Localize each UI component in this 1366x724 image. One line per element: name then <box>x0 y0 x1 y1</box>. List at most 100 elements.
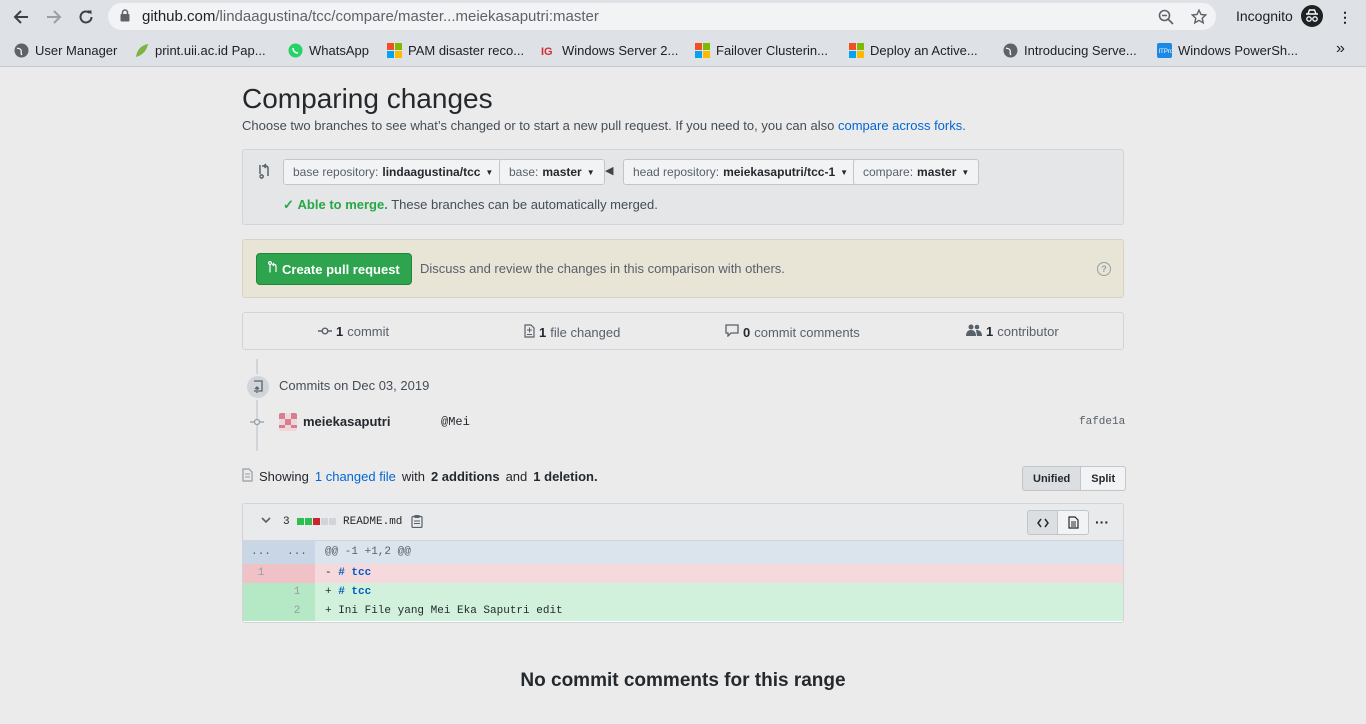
microsoft-icon <box>387 42 402 58</box>
old-line-number[interactable]: 1 <box>243 564 279 583</box>
forward-arrow-icon[interactable] <box>42 5 66 29</box>
caret-down-icon: ▼ <box>961 167 970 177</box>
select-value: master <box>917 165 957 179</box>
bookmark-item[interactable]: Deploy an Active... <box>849 41 978 59</box>
bookmark-label: WhatsApp <box>309 42 369 58</box>
stat-label: file changed <box>550 325 621 340</box>
question-icon[interactable]: ? <box>1097 262 1111 276</box>
hunk-header: @@ -1 +1,2 @@ <box>325 546 411 558</box>
diffstat-block <box>297 518 304 525</box>
bookmark-item[interactable]: Failover Clusterin... <box>695 41 828 59</box>
url-text: github.com/lindaagustina/tcc/compare/mas… <box>142 8 599 25</box>
merge-status-text: These branches can be automatically merg… <box>391 197 658 212</box>
people-icon <box>966 324 982 339</box>
svg-text:ITPro: ITPro <box>1159 49 1173 55</box>
star-icon[interactable] <box>1190 8 1208 26</box>
diffstat-block <box>313 518 320 525</box>
diffstat-blocks <box>297 518 336 525</box>
file-icon[interactable] <box>1058 510 1089 535</box>
pr-description: Discuss and review the changes in this c… <box>420 261 785 276</box>
bookmark-label: print.uii.ac.id Pap... <box>155 42 266 58</box>
commits-date-heading: Commits on Dec 03, 2019 <box>279 378 430 393</box>
commits-stat[interactable]: 1 commit <box>318 324 389 339</box>
new-line-number <box>279 564 315 583</box>
diff-sign: + <box>325 605 339 617</box>
expand-up-icon[interactable]: ... <box>243 541 279 564</box>
compare-arrows-icon[interactable] <box>257 163 271 182</box>
bookmark-item[interactable]: WhatsApp <box>288 41 369 59</box>
menu-dots-icon[interactable]: ⋮ <box>1335 6 1355 28</box>
diff-sign: + <box>325 586 339 598</box>
more-options-icon[interactable]: ··· <box>1095 514 1109 530</box>
browser-toolbar: github.com/lindaagustina/tcc/compare/mas… <box>0 0 1366 34</box>
page-subtitle: Choose two branches to see what’s change… <box>242 118 966 133</box>
caret-down-icon: ▼ <box>586 167 595 177</box>
compare-across-forks-link[interactable]: compare across forks. <box>838 118 966 133</box>
bookmark-item[interactable]: IG Windows Server 2... <box>541 41 678 59</box>
incognito-icon[interactable] <box>1301 5 1323 27</box>
old-line-number <box>243 583 279 602</box>
files-changed-stat[interactable]: 1 file changed <box>524 324 620 341</box>
bookmark-item[interactable]: print.uii.ac.id Pap... <box>134 41 266 59</box>
zoom-icon[interactable] <box>1157 8 1175 26</box>
split-view-button[interactable]: Split <box>1081 466 1127 491</box>
changed-files-link[interactable]: 1 changed file <box>315 469 396 484</box>
bookmarks-more-icon[interactable]: » <box>1336 40 1345 58</box>
base-branch-select[interactable]: base: master ▼ <box>499 159 605 185</box>
stat-count: 1 <box>986 324 994 339</box>
head-repository-select[interactable]: head repository: meiekasaputri/tcc-1 ▼ <box>623 159 859 185</box>
compare-branch-select[interactable]: compare: master ▼ <box>853 159 980 185</box>
commit-comments-stat[interactable]: 0 commit comments <box>725 324 860 340</box>
commit-message-link[interactable]: @Mei <box>441 415 470 429</box>
stat-count: 1 <box>336 324 344 339</box>
subtitle-text: Choose two branches to see what’s change… <box>242 118 835 133</box>
code-text: # tcc <box>338 567 372 579</box>
deletions-count: 1 deletion. <box>533 469 598 484</box>
create-pull-request-button[interactable]: Create pull request <box>256 253 412 285</box>
diffstat-block <box>305 518 312 525</box>
avatar[interactable] <box>279 413 297 431</box>
bookmark-label: User Manager <box>35 42 118 58</box>
commit-timeline <box>256 359 258 451</box>
globe-icon <box>1003 43 1018 58</box>
comment-icon <box>725 324 739 340</box>
bookmark-item[interactable]: PAM disaster reco... <box>387 41 524 59</box>
bookmark-item[interactable]: User Manager <box>14 41 117 59</box>
select-label: base repository: <box>293 165 379 179</box>
chevron-down-icon[interactable] <box>261 516 271 527</box>
reload-icon[interactable] <box>74 5 98 29</box>
expand-down-icon[interactable]: ... <box>279 541 315 564</box>
bookmark-label: PAM disaster reco... <box>408 42 525 58</box>
diff-code: - # tcc <box>315 564 1123 583</box>
pull-request-icon <box>268 261 278 277</box>
back-arrow-icon[interactable] <box>9 5 33 29</box>
diffstat-block <box>329 518 336 525</box>
lock-icon <box>120 9 130 25</box>
ig-icon: IG <box>541 43 556 58</box>
bookmark-item[interactable]: ITPro Windows PowerSh... <box>1157 41 1298 59</box>
unified-view-button[interactable]: Unified <box>1022 466 1082 491</box>
file-name-link[interactable]: README.md <box>343 516 402 528</box>
microsoft-icon <box>849 42 864 58</box>
svg-text:IG: IG <box>541 46 553 58</box>
additions-count: 2 additions <box>430 469 500 484</box>
base-repository-select[interactable]: base repository: lindaagustina/tcc ▼ <box>283 159 504 185</box>
contributors-stat[interactable]: 1 contributor <box>966 324 1059 339</box>
merge-ok-label: Able to merge. <box>297 197 388 212</box>
bookmark-item[interactable]: Introducing Serve... <box>1003 41 1137 59</box>
commit-sha-link[interactable]: fafde1a <box>1079 416 1125 428</box>
page-title: Comparing changes <box>242 83 493 114</box>
commit-author-link[interactable]: meiekasaputri <box>303 414 390 429</box>
summary-text: with <box>401 469 425 484</box>
clipboard-icon[interactable] <box>411 514 423 531</box>
file-diff: 3 README.md ··· ... ... @@ -1 +1,2 @@ 1 … <box>242 503 1124 623</box>
new-line-number[interactable]: 1 <box>279 583 315 602</box>
new-line-number[interactable]: 2 <box>279 602 315 621</box>
no-comments-heading: No commit comments for this range <box>520 670 846 691</box>
code-text: Ini File yang Mei Eka Saputri edit <box>338 605 563 617</box>
commit-node-icon <box>250 417 264 427</box>
stat-label: commit comments <box>754 324 860 340</box>
code-icon[interactable] <box>1027 510 1058 535</box>
address-bar[interactable]: github.com/lindaagustina/tcc/compare/mas… <box>108 3 1216 30</box>
select-label: head repository: <box>633 165 720 179</box>
